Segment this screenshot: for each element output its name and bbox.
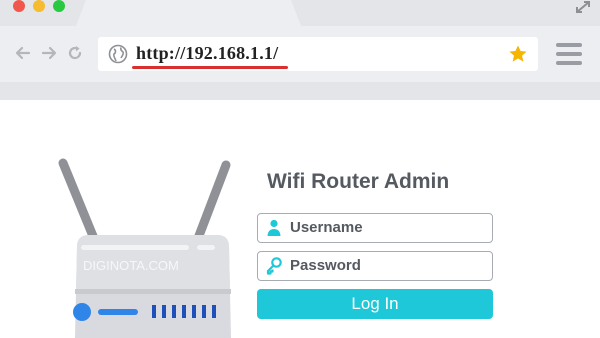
url-text[interactable]: http://192.168.1.1/ — [136, 43, 278, 64]
close-window-button[interactable] — [13, 0, 25, 12]
password-input[interactable] — [290, 257, 486, 274]
router-watermark: DIGINOTA.COM — [83, 258, 179, 273]
username-field[interactable] — [257, 213, 493, 243]
globe-icon — [108, 44, 128, 64]
power-led — [73, 303, 91, 321]
key-icon — [266, 257, 282, 275]
router-illustration: DIGINOTA.COM — [58, 158, 231, 338]
left-antenna — [58, 158, 100, 246]
browser-tab[interactable] — [86, 0, 291, 26]
username-input[interactable] — [290, 219, 486, 236]
login-title: Wifi Router Admin — [267, 170, 450, 193]
title-bar — [0, 0, 600, 26]
forward-arrow-icon[interactable] — [40, 44, 58, 62]
right-antenna — [192, 160, 231, 246]
user-icon — [267, 219, 281, 236]
back-arrow-icon[interactable] — [14, 44, 32, 62]
reload-icon[interactable] — [66, 44, 84, 62]
login-button[interactable]: Log In — [257, 289, 493, 319]
hamburger-menu-icon[interactable] — [556, 43, 582, 65]
bookmarks-strip — [0, 82, 600, 100]
address-bar[interactable]: http://192.168.1.1/ — [98, 37, 538, 71]
password-field[interactable] — [257, 251, 493, 281]
url-highlight-underline — [132, 66, 288, 69]
browser-toolbar: http://192.168.1.1/ — [0, 26, 600, 82]
minimize-window-button[interactable] — [33, 0, 45, 12]
browser-chrome: http://192.168.1.1/ — [0, 0, 600, 100]
expand-icon[interactable] — [574, 0, 592, 14]
maximize-window-button[interactable] — [53, 0, 65, 12]
star-icon[interactable] — [508, 44, 528, 64]
status-led-bar — [98, 309, 138, 315]
